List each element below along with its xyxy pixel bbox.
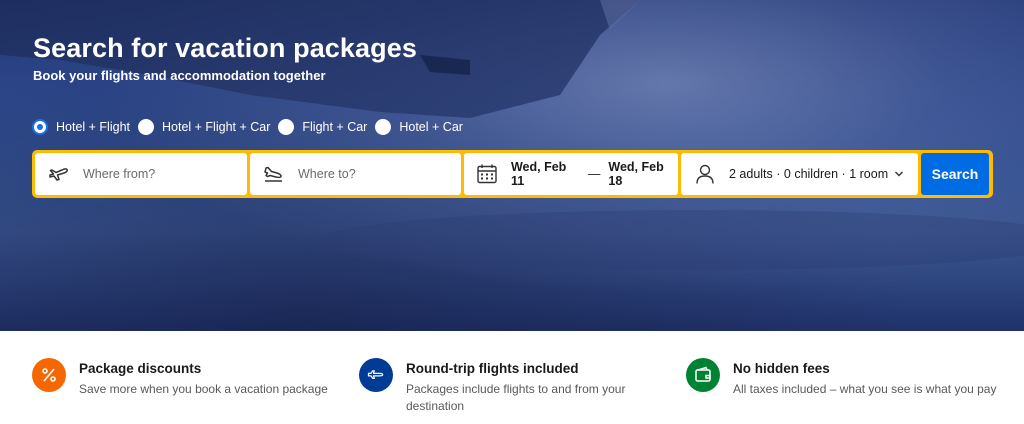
search-bar: Where from? Where to? Wed, Feb 11 — Wed,… [32, 150, 993, 198]
airplane-icon [359, 358, 393, 392]
feature-package-discounts: Package discounts Save more when you boo… [32, 358, 328, 398]
departing-plane-icon [47, 162, 71, 186]
check-out-date: Wed, Feb 18 [608, 160, 664, 188]
percent-icon [32, 358, 66, 392]
origin-placeholder: Where from? [83, 167, 156, 181]
feature-description: Packages include flights to and from you… [406, 382, 626, 413]
feature-no-hidden-fees: No hidden fees All taxes included – what… [686, 358, 996, 398]
feature-highlights: Package discounts Save more when you boo… [0, 331, 1024, 424]
occupancy-summary: 2 adults · 0 children · 1 room [729, 167, 889, 181]
radio-unselected-icon[interactable] [138, 119, 154, 135]
radio-label: Hotel + Flight + Car [162, 120, 271, 134]
radio-unselected-icon[interactable] [375, 119, 392, 135]
radio-label: Flight + Car [302, 120, 368, 134]
feature-description: All taxes included – what you see is wha… [733, 382, 997, 396]
occupancy-field[interactable]: 2 adults · 0 children · 1 room [681, 153, 918, 195]
radio-selected-icon[interactable] [32, 119, 48, 135]
hero-banner: Search for vacation packages Book your f… [0, 0, 1024, 331]
feature-title: Package discounts [79, 361, 202, 376]
search-button[interactable]: Search [921, 153, 989, 195]
destination-placeholder: Where to? [298, 167, 356, 181]
destination-field[interactable]: Where to? [250, 153, 461, 195]
chevron-down-icon[interactable] [894, 169, 904, 179]
radio-hotel-car[interactable]: Hotel + Car [375, 119, 463, 135]
radio-hotel-flight[interactable]: Hotel + Flight [32, 119, 130, 135]
feature-round-trip-flights: Round-trip flights included Packages inc… [359, 358, 631, 415]
date-range-field[interactable]: Wed, Feb 11 — Wed, Feb 18 [464, 153, 678, 195]
wallet-icon [686, 358, 720, 392]
radio-label: Hotel + Flight [56, 120, 130, 134]
feature-title: Round-trip flights included [406, 361, 579, 376]
radio-flight-car[interactable]: Flight + Car [278, 119, 367, 135]
package-type-selector: Hotel + Flight Hotel + Flight + Car Flig… [32, 119, 471, 135]
origin-field[interactable]: Where from? [35, 153, 247, 195]
arriving-plane-icon [262, 162, 286, 186]
calendar-icon [476, 162, 499, 186]
radio-unselected-icon[interactable] [278, 119, 295, 135]
person-icon [693, 162, 717, 186]
check-in-date: Wed, Feb 11 [510, 160, 567, 188]
page-subtitle: Book your flights and accommodation toge… [33, 68, 326, 83]
radio-hotel-flight-car[interactable]: Hotel + Flight + Car [138, 119, 270, 135]
date-separator: — [587, 167, 601, 181]
feature-title: No hidden fees [733, 361, 830, 376]
page-title: Search for vacation packages [33, 33, 417, 63]
radio-label: Hotel + Car [399, 120, 463, 134]
feature-description: Save more when you book a vacation packa… [79, 382, 328, 396]
